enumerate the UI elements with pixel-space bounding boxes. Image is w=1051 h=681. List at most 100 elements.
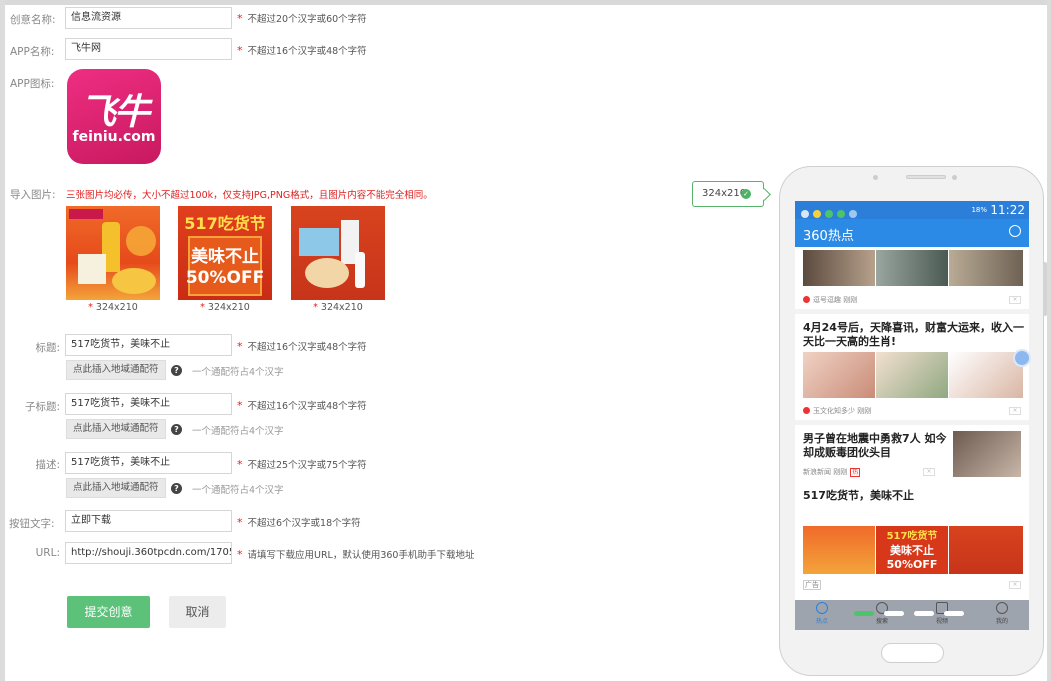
wildcard-help-text: 一个通配符占4个汉字 [192,367,284,378]
insert-region-wildcard-button-subtitle[interactable]: 点此插入地域通配符 [66,419,166,439]
creative-name-hint-text: 不超过20个汉字或60个字符 [247,14,367,25]
import-images-label: 导入图片: [10,189,56,201]
insert-region-wildcard-button-title[interactable]: 点此插入地域通配符 [66,360,166,380]
title-input[interactable]: 517吃货节，美味不止 [65,334,232,356]
tag-arrow [758,188,771,201]
scroll-float-button[interactable] [1013,349,1031,367]
carousel-indicator-active [854,611,874,616]
app-icon-image[interactable]: 飞牛 feiniu.com [67,69,161,164]
url-hint: * 请填写下载应用URL，默认使用360手机助手下载地址 [237,547,474,561]
feed-image [803,352,875,398]
required-mark: * [237,340,243,353]
hot-tag: 热 [850,468,861,477]
close-icon[interactable]: × [923,468,935,476]
upload-image-3[interactable] [291,206,385,300]
ad-banner-line3: 50%OFF [886,558,938,571]
image-size-tag-text: 324x210 [702,188,747,199]
nav-item-me[interactable]: 我的 [987,602,1017,625]
carousel-indicator [914,611,934,616]
button-text-label: 按钮文字: [9,518,55,530]
feed-divider [795,420,1029,425]
nav-item-label: 热点 [815,618,828,625]
close-icon[interactable]: × [1009,407,1021,415]
app-name-input[interactable]: 飞牛网 [65,38,232,60]
preview-bottom-nav: 热点 搜索 视频 我的 [795,600,1029,630]
image-size-tag: 324x210 ✓ [692,181,771,207]
thumb2-line3: 50%OFF [185,268,265,288]
phone-speaker [906,175,946,179]
required-mark: * [237,399,243,412]
feed-image [953,431,1021,477]
subtitle-hint: * 不超过16个汉字或48个字符 [237,398,367,412]
close-icon[interactable]: × [1009,296,1021,304]
feed-image [876,250,948,286]
button-text-input[interactable]: 立即下载 [65,510,232,532]
required-mark: * [237,44,243,57]
help-icon[interactable]: ? [171,483,182,494]
required-mark: * [313,302,318,313]
required-mark: * [200,302,205,313]
ad-banner-line1: 517吃货节 [886,531,938,542]
creative-name-input[interactable]: 信息流资源 [65,7,232,29]
wildcard-help-text: 一个通配符占4个汉字 [192,426,284,437]
ad-image [949,526,1023,574]
phone-side-button [1043,262,1047,316]
subtitle-label: 子标题: [24,401,60,413]
nav-item-hot[interactable]: 热点 [807,602,837,625]
battery-percent: 18% [971,206,987,214]
ad-banner-line2: 美味不止 [890,544,934,557]
thumb2-line1: 517吃货节 [184,214,266,233]
phone-camera [873,175,878,180]
ad-image [803,526,875,574]
ad-title: 517吃货节，美味不止 [803,489,914,502]
help-icon[interactable]: ? [171,365,182,376]
submit-creative-button[interactable]: 提交创意 [67,596,150,628]
feed-title: 却成贩毒团伙头目 [803,446,891,459]
url-input[interactable]: http://shouji.360tpcdn.com/170517 [65,542,232,564]
feed-time: 刚刚 [843,296,858,304]
app-name-hint-text: 不超过16个汉字或48个字符 [247,46,367,57]
nav-item-label: 视频 [935,618,948,625]
carousel-indicator [884,611,904,616]
search-icon [1009,225,1021,237]
insert-region-wildcard-button-description[interactable]: 点此插入地域通配符 [66,478,166,498]
creative-name-label: 创意名称: [10,14,56,26]
help-icon[interactable]: ? [171,424,182,435]
title-hint: * 不超过16个汉字或48个字符 [237,339,367,353]
subtitle-input[interactable]: 517吃货节，美味不止 [65,393,232,415]
feed-source-name: 新浪新闻 [803,468,831,476]
refresh-icon [816,602,828,614]
app-icon-brand-small: feiniu.com [72,129,156,145]
carousel-indicator [944,611,964,616]
ad-label: 广告 [803,580,821,590]
title-label: 标题: [35,342,60,354]
wildcard-help-text: 一个通配符占4个汉字 [192,485,284,496]
cancel-button[interactable]: 取消 [169,596,226,628]
image-1-size: * 324x210 [66,302,160,313]
feed-title: 天比一天高的生肖! [803,335,897,348]
upload-image-1[interactable] [66,206,160,300]
window-right-border [1047,0,1051,681]
required-mark: * [237,12,243,25]
url-hint-text: 请填写下载应用URL，默认使用360手机助手下载地址 [247,550,475,561]
import-images-requirement: 三张图片均必传，大小不超过100k，仅支持JPG,PNG格式，且图片内容不能完全… [66,190,433,201]
feed-time: 刚刚 [833,468,848,476]
nav-item-label: 我的 [995,618,1008,625]
feed-source: 逗号逗趣 刚刚 [803,295,857,305]
description-input[interactable]: 517吃货节，美味不止 [65,452,232,474]
nav-item-label: 搜索 [875,618,888,625]
phone-status-bar: 18% 11:22 [795,201,1029,219]
image-1-size-text: 324x210 [95,302,138,313]
title-hint-text: 不超过16个汉字或48个字符 [247,342,367,353]
status-time: 11:22 [990,203,1025,217]
required-mark: * [237,516,243,529]
feed-image [949,352,1023,398]
required-mark: * [237,548,243,561]
button-text-hint-text: 不超过6个汉字或18个字符 [247,518,361,529]
feed-source: 新浪新闻 刚刚热 [803,467,861,477]
required-mark: * [237,458,243,471]
image-2-size: * 324x210 [178,302,272,313]
close-icon[interactable]: × [1009,581,1021,589]
phone-home-button [881,643,944,663]
upload-image-2[interactable]: 517吃货节 美味不止 50%OFF [178,206,272,300]
